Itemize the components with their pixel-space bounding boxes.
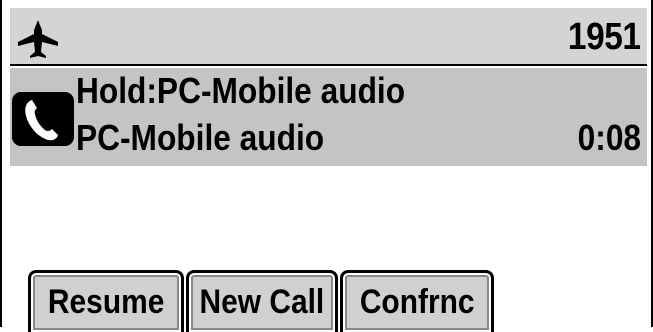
- phone-handset-icon: [12, 92, 74, 146]
- new-call-button-label: New Call: [199, 283, 325, 321]
- new-call-button[interactable]: New Call: [186, 270, 338, 332]
- conference-button-label: Confrnc: [359, 283, 475, 321]
- resume-button-label: Resume: [47, 283, 165, 321]
- phone-display: 1951 Hold:PC-Mobile audio PC-Mobile audi…: [0, 0, 653, 332]
- airplane-icon: [18, 20, 58, 58]
- status-bar: 1951: [10, 8, 647, 66]
- active-call-panel[interactable]: Hold:PC-Mobile audio PC-Mobile audio 0:0…: [10, 68, 647, 166]
- call-timer: 0:08: [577, 117, 641, 158]
- call-status-line: Hold:PC-Mobile audio: [76, 70, 406, 111]
- caller-name: PC-Mobile audio: [76, 117, 325, 158]
- conference-button[interactable]: Confrnc: [340, 270, 494, 332]
- extension-number: 1951: [568, 16, 641, 58]
- resume-button[interactable]: Resume: [28, 270, 184, 332]
